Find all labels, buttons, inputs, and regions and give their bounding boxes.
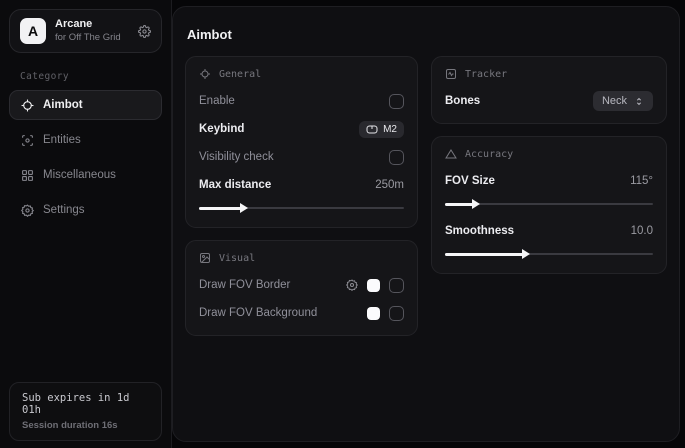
mouse-icon xyxy=(366,125,378,134)
sidebar-item-label: Settings xyxy=(43,204,85,216)
main-panel: Aimbot General xyxy=(172,6,680,442)
subscription-card: Sub expires in 1d 01h Session duration 1… xyxy=(9,382,162,441)
session-duration-text: Session duration 16s xyxy=(22,420,149,431)
general-card: General Enable Keybind xyxy=(185,56,418,228)
sidebar: A Arcane for Off The Grid Category Aimbo… xyxy=(0,0,172,448)
fov-background-label: Draw FOV Background xyxy=(199,307,317,319)
sidebar-nav: Aimbot Entities Miscellaneous xyxy=(0,90,171,225)
gear-icon[interactable] xyxy=(346,279,358,291)
keybind-row: Keybind M2 xyxy=(199,118,404,140)
fov-border-checkbox[interactable] xyxy=(389,278,404,293)
fov-background-checkbox[interactable] xyxy=(389,306,404,321)
sidebar-item-label: Miscellaneous xyxy=(43,169,116,181)
enable-label: Enable xyxy=(199,95,235,107)
bones-select[interactable]: Neck xyxy=(593,91,653,111)
max-distance-label: Max distance xyxy=(199,179,271,191)
app-logo: A xyxy=(20,18,46,44)
slider-thumb[interactable] xyxy=(522,249,530,259)
slider-thumb[interactable] xyxy=(240,203,248,213)
activity-icon xyxy=(445,68,457,80)
smoothness-label: Smoothness xyxy=(445,225,514,237)
visibility-checkbox[interactable] xyxy=(389,150,404,165)
max-distance-value: 250m xyxy=(375,179,404,191)
main-area: Aimbot General xyxy=(172,0,685,448)
enable-checkbox[interactable] xyxy=(389,94,404,109)
chevron-up-down-icon xyxy=(634,96,644,107)
fov-size-row: FOV Size 115° xyxy=(445,170,653,192)
sub-expires-text: Sub expires in 1d 01h xyxy=(22,392,149,416)
card-title: Tracker xyxy=(465,69,507,80)
fov-size-label: FOV Size xyxy=(445,175,495,187)
bones-row: Bones Neck xyxy=(445,90,653,112)
fov-size-slider[interactable] xyxy=(445,198,653,210)
fov-border-label: Draw FOV Border xyxy=(199,279,290,291)
page-title: Aimbot xyxy=(187,27,667,42)
sidebar-item-miscellaneous[interactable]: Miscellaneous xyxy=(9,160,162,190)
max-distance-slider[interactable] xyxy=(199,202,404,214)
smoothness-row: Smoothness 10.0 xyxy=(445,220,653,242)
category-label: Category xyxy=(20,71,171,82)
entities-icon xyxy=(20,133,34,147)
keybind-label: Keybind xyxy=(199,123,244,135)
card-title: Accuracy xyxy=(465,149,513,160)
visual-card: Visual Draw FOV Border xyxy=(185,240,418,336)
fov-border-row: Draw FOV Border xyxy=(199,274,404,296)
smoothness-value: 10.0 xyxy=(631,225,653,237)
app-name: Arcane xyxy=(55,18,129,32)
card-title: Visual xyxy=(219,253,255,264)
visibility-check-label: Visibility check xyxy=(199,151,274,163)
keybind-value: M2 xyxy=(383,124,397,135)
sidebar-item-entities[interactable]: Entities xyxy=(9,125,162,155)
fov-background-color-swatch[interactable] xyxy=(367,307,380,320)
gear-icon xyxy=(20,203,34,217)
image-icon xyxy=(199,252,211,264)
grid-icon xyxy=(20,168,34,182)
accuracy-card: Accuracy FOV Size 115° Smoo xyxy=(431,136,667,274)
bones-label: Bones xyxy=(445,95,480,107)
fov-size-value: 115° xyxy=(630,175,653,187)
sidebar-item-label: Entities xyxy=(43,134,81,146)
gear-icon[interactable] xyxy=(138,25,151,38)
app-subtitle: for Off The Grid xyxy=(55,32,129,44)
app-header-card: A Arcane for Off The Grid xyxy=(9,9,162,53)
sidebar-item-aimbot[interactable]: Aimbot xyxy=(9,90,162,120)
crosshair-icon xyxy=(20,98,34,112)
sidebar-item-label: Aimbot xyxy=(43,99,83,111)
slider-thumb[interactable] xyxy=(472,199,480,209)
fov-border-color-swatch[interactable] xyxy=(367,279,380,292)
triangle-icon xyxy=(445,148,457,160)
card-title: General xyxy=(219,69,261,80)
enable-row: Enable xyxy=(199,90,404,112)
bones-value: Neck xyxy=(602,95,627,107)
visibility-check-row: Visibility check xyxy=(199,146,404,168)
max-distance-row: Max distance 250m xyxy=(199,174,404,196)
crosshair-icon xyxy=(199,68,211,80)
smoothness-slider[interactable] xyxy=(445,248,653,260)
sidebar-item-settings[interactable]: Settings xyxy=(9,195,162,225)
keybind-button[interactable]: M2 xyxy=(359,121,404,138)
tracker-card: Tracker Bones Neck xyxy=(431,56,667,124)
fov-background-row: Draw FOV Background xyxy=(199,302,404,324)
